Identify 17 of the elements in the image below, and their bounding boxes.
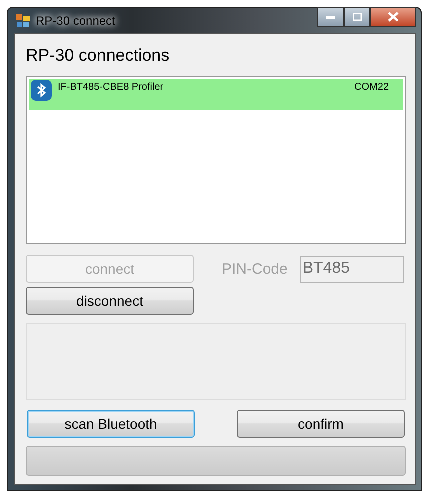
confirm-button[interactable]: confirm [237, 410, 405, 438]
close-icon [388, 12, 398, 22]
device-name: IF-BT485-CBE8 Profiler [58, 82, 164, 93]
pin-label: PIN-Code [222, 260, 288, 278]
minimize-icon [326, 16, 335, 18]
bluetooth-icon [31, 80, 52, 101]
connection-row[interactable]: IF-BT485-CBE8 Profiler COM22 [29, 79, 403, 110]
app-icon [16, 14, 30, 28]
scan-button[interactable]: scan Bluetooth [27, 410, 195, 438]
section-heading: RP-30 connections [26, 46, 171, 66]
close-button[interactable] [370, 7, 416, 27]
maximize-icon [352, 13, 362, 21]
device-port: COM22 [354, 82, 389, 93]
minimize-button[interactable] [317, 7, 344, 27]
window-title: RP-30 connect [36, 14, 116, 28]
disconnect-button[interactable]: disconnect [26, 287, 194, 315]
maximize-button[interactable] [344, 7, 370, 27]
